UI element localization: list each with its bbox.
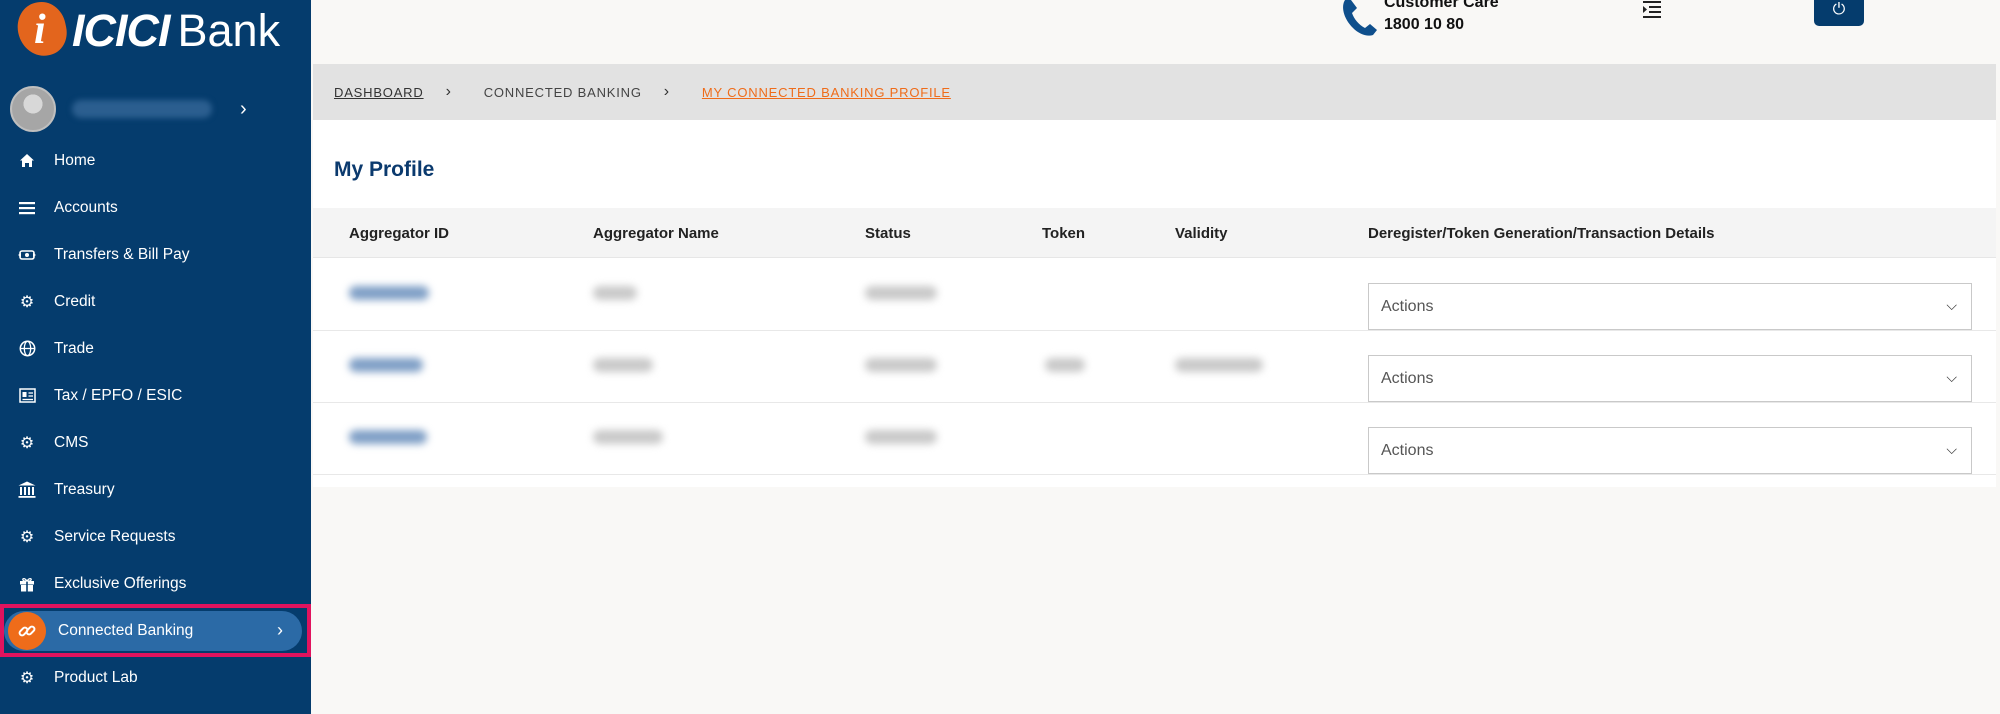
actions-select[interactable]: Actions ⌵ [1368, 355, 1972, 402]
sidebar-item-credit[interactable]: ⚙ Credit [0, 278, 311, 325]
table-row: Actions ⌵ [313, 403, 1996, 475]
chevron-right-icon: › [663, 83, 670, 100]
breadcrumb: DASHBOARD › CONNECTED BANKING › MY CONNE… [313, 64, 1996, 120]
sidebar-item-label: Service Requests [54, 527, 176, 545]
gear-icon: ⚙ [19, 293, 35, 311]
sidebar-item-tax[interactable]: Tax / EPFO / ESIC [0, 372, 311, 419]
sidebar-nav: Home Accounts Transfers & Bill Pay ⚙ Cre… [0, 137, 311, 701]
sidebar-item-label: CMS [54, 433, 89, 451]
sidebar-item-exclusive-offerings[interactable]: Exclusive Offerings [0, 560, 311, 607]
redacted-aggregator-name [593, 430, 663, 444]
sidebar-item-service-requests[interactable]: ⚙ Service Requests [0, 513, 311, 560]
sidebar-item-treasury[interactable]: Treasury [0, 466, 311, 513]
sidebar-item-label: Accounts [54, 198, 118, 216]
list-icon [16, 197, 38, 219]
breadcrumb-connected-banking: CONNECTED BANKING [483, 84, 642, 100]
gear-icon: ⚙ [19, 434, 35, 452]
sidebar-item-label: Credit [54, 292, 96, 310]
redacted-aggregator-id [349, 430, 427, 444]
home-icon [16, 150, 38, 172]
sidebar-item-product-lab[interactable]: ⚙ Product Lab [0, 654, 311, 701]
globe-icon [16, 338, 38, 360]
sidebar-item-label: Product Lab [54, 668, 138, 686]
redacted-aggregator-name [593, 358, 653, 372]
menu-collapse-icon[interactable] [1641, 0, 1663, 20]
logout-button[interactable]: ⏻ [1814, 0, 1864, 26]
sidebar-item-label: Tax / EPFO / ESIC [54, 386, 183, 404]
sidebar: i ICICI Bank › Home Accounts Transfers & … [0, 0, 311, 714]
actions-select-value: Actions [1381, 297, 1434, 315]
icici-logo-icon: i [12, 0, 72, 61]
customer-care-info: Customer Care 1800 10 80 [1384, 0, 1499, 36]
sidebar-item-label: Transfers & Bill Pay [54, 245, 190, 263]
gear-icon: ⚙ [19, 669, 35, 687]
link-icon [8, 611, 46, 650]
actions-select-value: Actions [1381, 441, 1434, 459]
sidebar-item-home[interactable]: Home [0, 137, 311, 184]
actions-select[interactable]: Actions ⌵ [1368, 283, 1972, 330]
actions-select-value: Actions [1381, 369, 1434, 387]
redacted-token [1045, 358, 1085, 372]
redacted-validity [1175, 358, 1263, 372]
column-header-aggregator-name: Aggregator Name [593, 225, 719, 242]
sidebar-item-connected-banking[interactable]: Connected Banking › [0, 604, 311, 657]
logo-text: ICICI [72, 5, 171, 56]
breadcrumb-current[interactable]: MY CONNECTED BANKING PROFILE [702, 85, 951, 100]
gear-icon: ⚙ [19, 528, 35, 546]
profile-panel: My Profile Aggregator ID Aggregator Name… [313, 120, 1996, 487]
logo-text-bank: Bank [177, 5, 281, 56]
sidebar-item-label: Connected Banking [58, 621, 194, 639]
sidebar-item-label: Home [54, 151, 96, 169]
redacted-status [865, 286, 937, 300]
actions-select[interactable]: Actions ⌵ [1368, 427, 1972, 474]
chevron-right-icon: › [445, 83, 452, 100]
chevron-right-icon: › [240, 97, 247, 120]
redacted-aggregator-id [349, 286, 429, 300]
power-icon: ⏻ [1832, 1, 1846, 18]
redacted-status [865, 358, 937, 372]
chevron-down-icon: ⌵ [1946, 369, 1957, 385]
sidebar-item-cms[interactable]: ⚙ CMS [0, 419, 311, 466]
table-row: Actions ⌵ [313, 259, 1996, 331]
page-title: My Profile [334, 158, 435, 181]
redacted-aggregator-name [593, 286, 637, 300]
transfer-icon [16, 244, 38, 266]
column-header-aggregator-id: Aggregator ID [349, 225, 450, 242]
chevron-right-icon: › [277, 620, 283, 640]
table-header: Aggregator ID Aggregator Name Status Tok… [313, 208, 1996, 258]
sidebar-item-transfers[interactable]: Transfers & Bill Pay [0, 231, 311, 278]
sidebar-item-label: Treasury [54, 480, 115, 498]
column-header-validity: Validity [1175, 225, 1228, 242]
user-profile-toggle[interactable]: › [10, 84, 300, 134]
phone-icon [1337, 0, 1383, 38]
avatar [10, 86, 56, 132]
chevron-down-icon: ⌵ [1946, 441, 1957, 457]
column-header-status: Status [865, 225, 911, 242]
sidebar-item-label: Exclusive Offerings [54, 574, 187, 592]
sidebar-item-trade[interactable]: Trade [0, 325, 311, 372]
top-header: Customer Care 1800 10 80 ⏻ [311, 0, 2000, 63]
bank-building-icon [16, 479, 38, 501]
column-header-actions: Deregister/Token Generation/Transaction … [1368, 225, 1715, 242]
document-icon [16, 385, 38, 407]
redacted-status [865, 430, 937, 444]
column-header-token: Token [1042, 225, 1086, 242]
breadcrumb-dashboard[interactable]: DASHBOARD [334, 85, 424, 100]
customer-care-title: Customer Care [1384, 0, 1499, 11]
table-row: Actions ⌵ [313, 331, 1996, 403]
customer-care-number: 1800 10 80 [1384, 16, 1465, 33]
chevron-down-icon: ⌵ [1946, 297, 1957, 313]
user-name-redacted [72, 100, 212, 118]
sidebar-item-accounts[interactable]: Accounts [0, 184, 311, 231]
gift-icon [16, 573, 38, 595]
bank-logo[interactable]: i ICICI Bank [12, 0, 281, 62]
sidebar-item-label: Trade [54, 339, 94, 357]
redacted-aggregator-id [349, 358, 423, 372]
